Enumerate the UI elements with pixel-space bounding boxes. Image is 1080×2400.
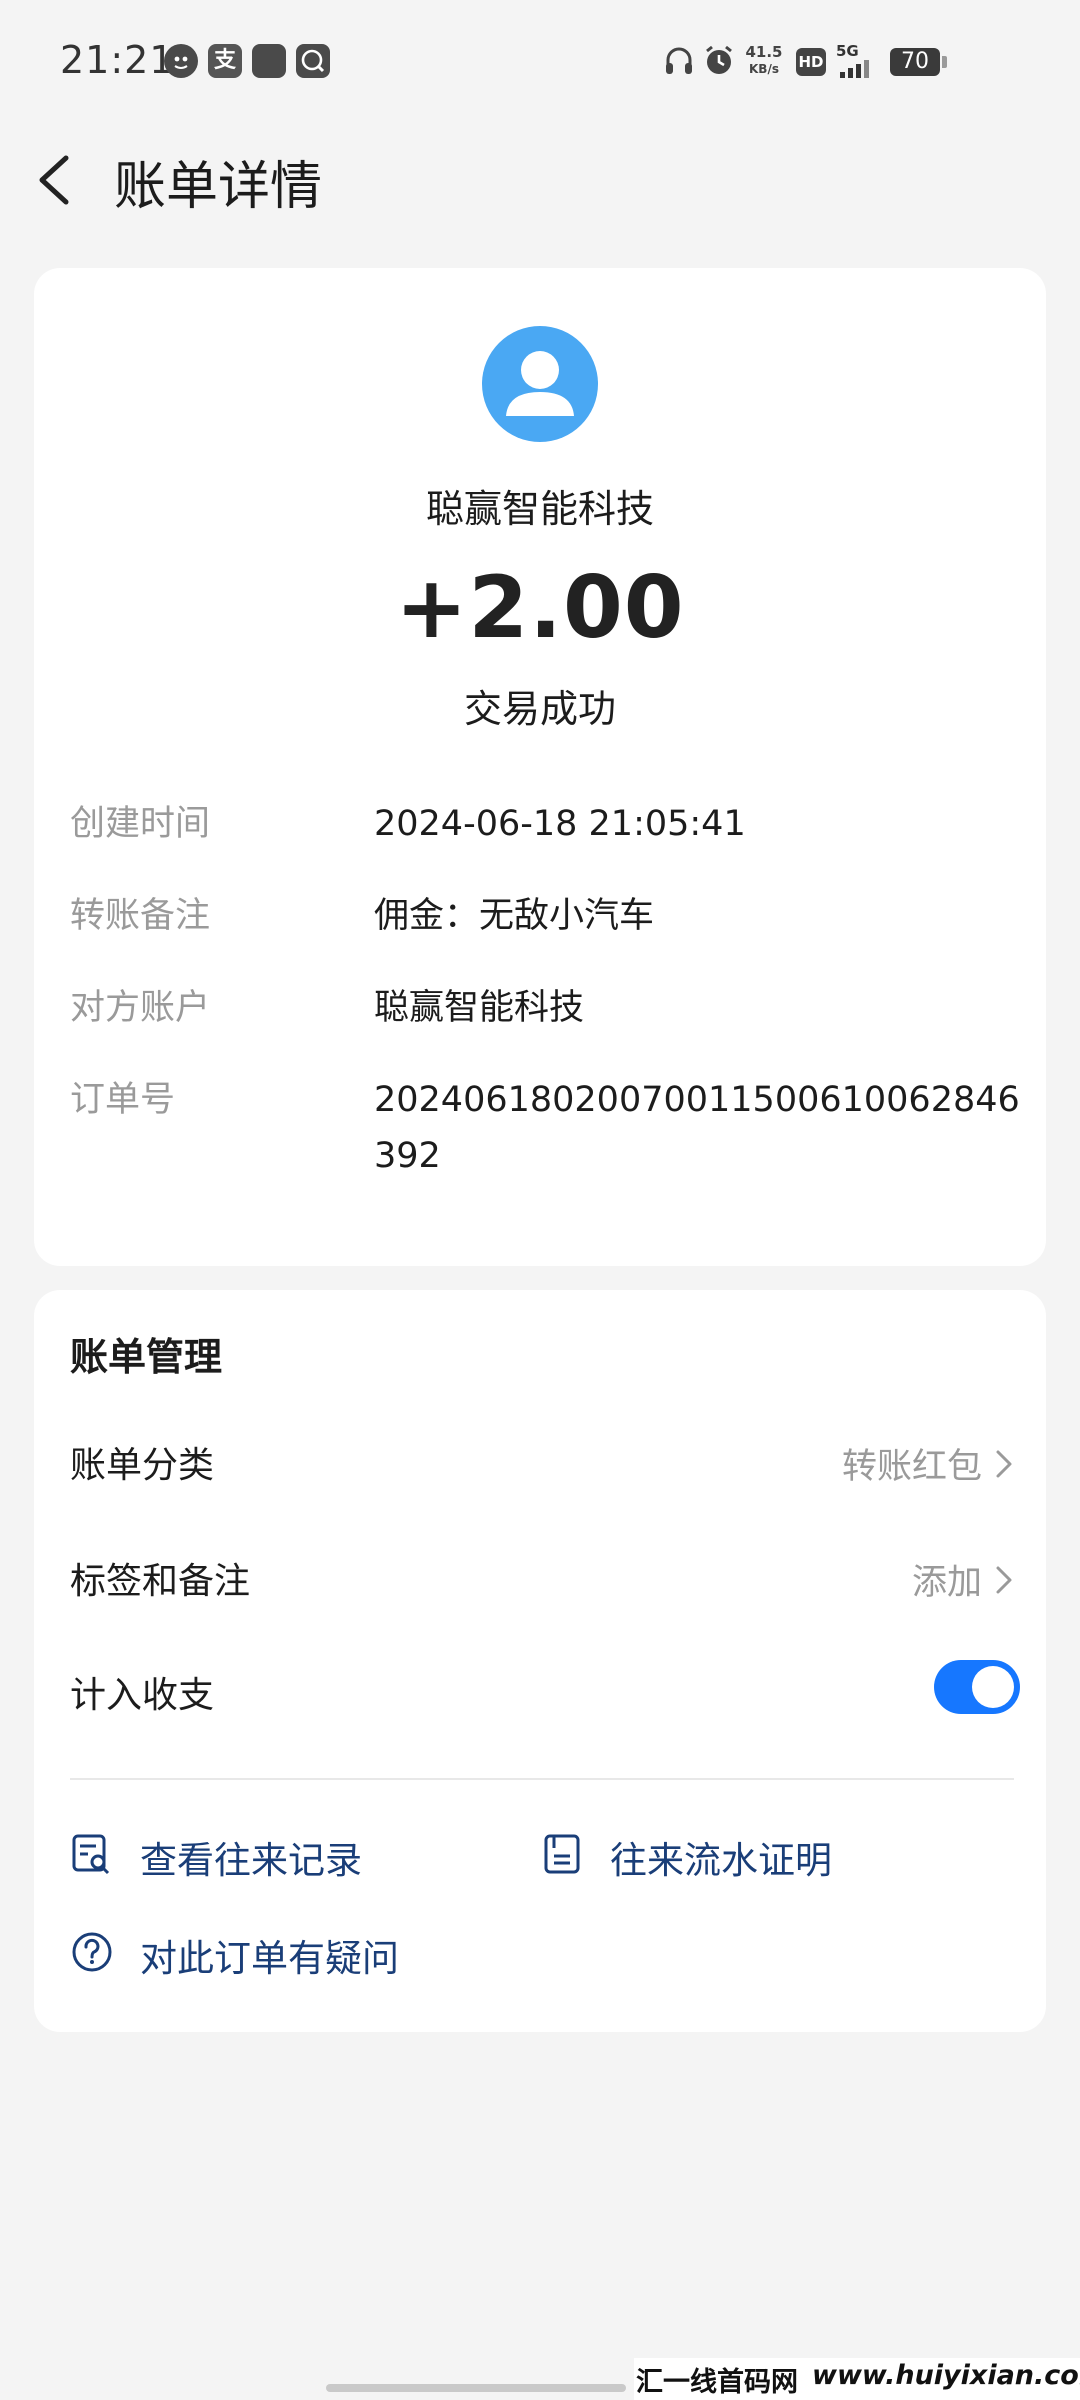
net-speed: 41.5 KB/s <box>744 44 784 78</box>
headphones-icon <box>662 44 696 78</box>
user-icon <box>506 351 574 416</box>
chevron-right-icon <box>996 1450 1012 1478</box>
view-records-link[interactable]: 查看往来记录 <box>70 1824 490 1884</box>
watermark-url: www.huiyixian.com <box>812 2360 1080 2391</box>
order-question-link[interactable]: 对此订单有疑问 <box>70 1922 550 1982</box>
chevron-left-icon <box>39 155 69 205</box>
transaction-amount: +2.00 <box>395 558 685 658</box>
avatar <box>482 326 598 442</box>
home-indicator[interactable] <box>326 2384 626 2392</box>
divider <box>70 1778 1014 1780</box>
counterparty-name: 聪赢智能科技 <box>425 487 654 531</box>
records-search-icon <box>72 1834 110 1875</box>
net-speed-unit: KB/s <box>749 62 779 76</box>
detail-value: 聪赢智能科技 <box>374 988 585 1028</box>
watermark: 汇一线首码网 www.huiyixian.com <box>634 2358 1080 2400</box>
status-time: 21:21 <box>60 38 175 82</box>
battery-cap <box>942 56 947 68</box>
status-bar: 21:21 支 41.5 KB/s HD 5G 70 <box>0 0 1080 124</box>
page-title: 账单详情 <box>114 157 323 217</box>
order-question-label: 对此订单有疑问 <box>140 1937 399 1980</box>
detail-label: 创建时间 <box>70 804 211 844</box>
tags-notes-row[interactable]: 标签和备注 添加 <box>70 1546 1050 1616</box>
hd-badge: HD <box>796 48 826 76</box>
watermark-site-name: 汇一线首码网 <box>636 2367 798 2398</box>
alipay-icon: 支 <box>208 44 242 78</box>
tags-notes-value: 添加 <box>911 1563 982 1603</box>
order-number-value[interactable]: 20240618020070011500610062846392 <box>374 1072 1034 1184</box>
back-button[interactable] <box>28 150 88 210</box>
alarm-icon <box>702 44 736 78</box>
include-in-balance-toggle[interactable] <box>934 1660 1020 1714</box>
transaction-card: 聪赢智能科技 +2.00 交易成功 创建时间 2024-06-18 21:05:… <box>34 268 1046 1266</box>
bill-management-card: 账单管理 账单分类 转账红包 标签和备注 添加 计入收支 查看往来记录 往来流水… <box>34 1290 1046 2032</box>
detail-value: 2024-06-18 21:05:41 <box>374 804 746 844</box>
question-icon <box>72 1932 112 1972</box>
transaction-status: 交易成功 <box>463 687 616 731</box>
bill-category-label: 账单分类 <box>70 1445 215 1486</box>
view-records-label: 查看往来记录 <box>140 1839 362 1882</box>
signal-icon: 5G <box>836 42 880 82</box>
tags-notes-label: 标签和备注 <box>70 1561 251 1602</box>
toggle-knob <box>972 1666 1014 1708</box>
chevron-right-icon <box>996 1566 1012 1594</box>
detail-value: 佣金：无敌小汽车 <box>374 896 655 936</box>
net-speed-value: 41.5 <box>745 43 783 61</box>
bill-category-row[interactable]: 账单分类 转账红包 <box>70 1430 1050 1500</box>
qq-icon <box>164 44 198 78</box>
bill-category-value: 转账红包 <box>841 1447 982 1487</box>
section-title: 账单管理 <box>70 1335 223 1379</box>
battery-indicator: 70 <box>890 48 940 76</box>
detail-label: 转账备注 <box>70 896 211 936</box>
browser-icon <box>296 44 330 78</box>
statement-proof-link[interactable]: 往来流水证明 <box>540 1824 960 1884</box>
include-in-balance-row: 计入收支 <box>70 1660 1050 1730</box>
include-in-balance-label: 计入收支 <box>70 1675 215 1716</box>
detail-label: 对方账户 <box>70 988 211 1028</box>
document-icon <box>544 1834 580 1874</box>
header: 账单详情 <box>0 124 1080 234</box>
statement-proof-label: 往来流水证明 <box>610 1839 832 1882</box>
detail-label: 订单号 <box>70 1080 176 1120</box>
app-icon <box>252 44 286 78</box>
